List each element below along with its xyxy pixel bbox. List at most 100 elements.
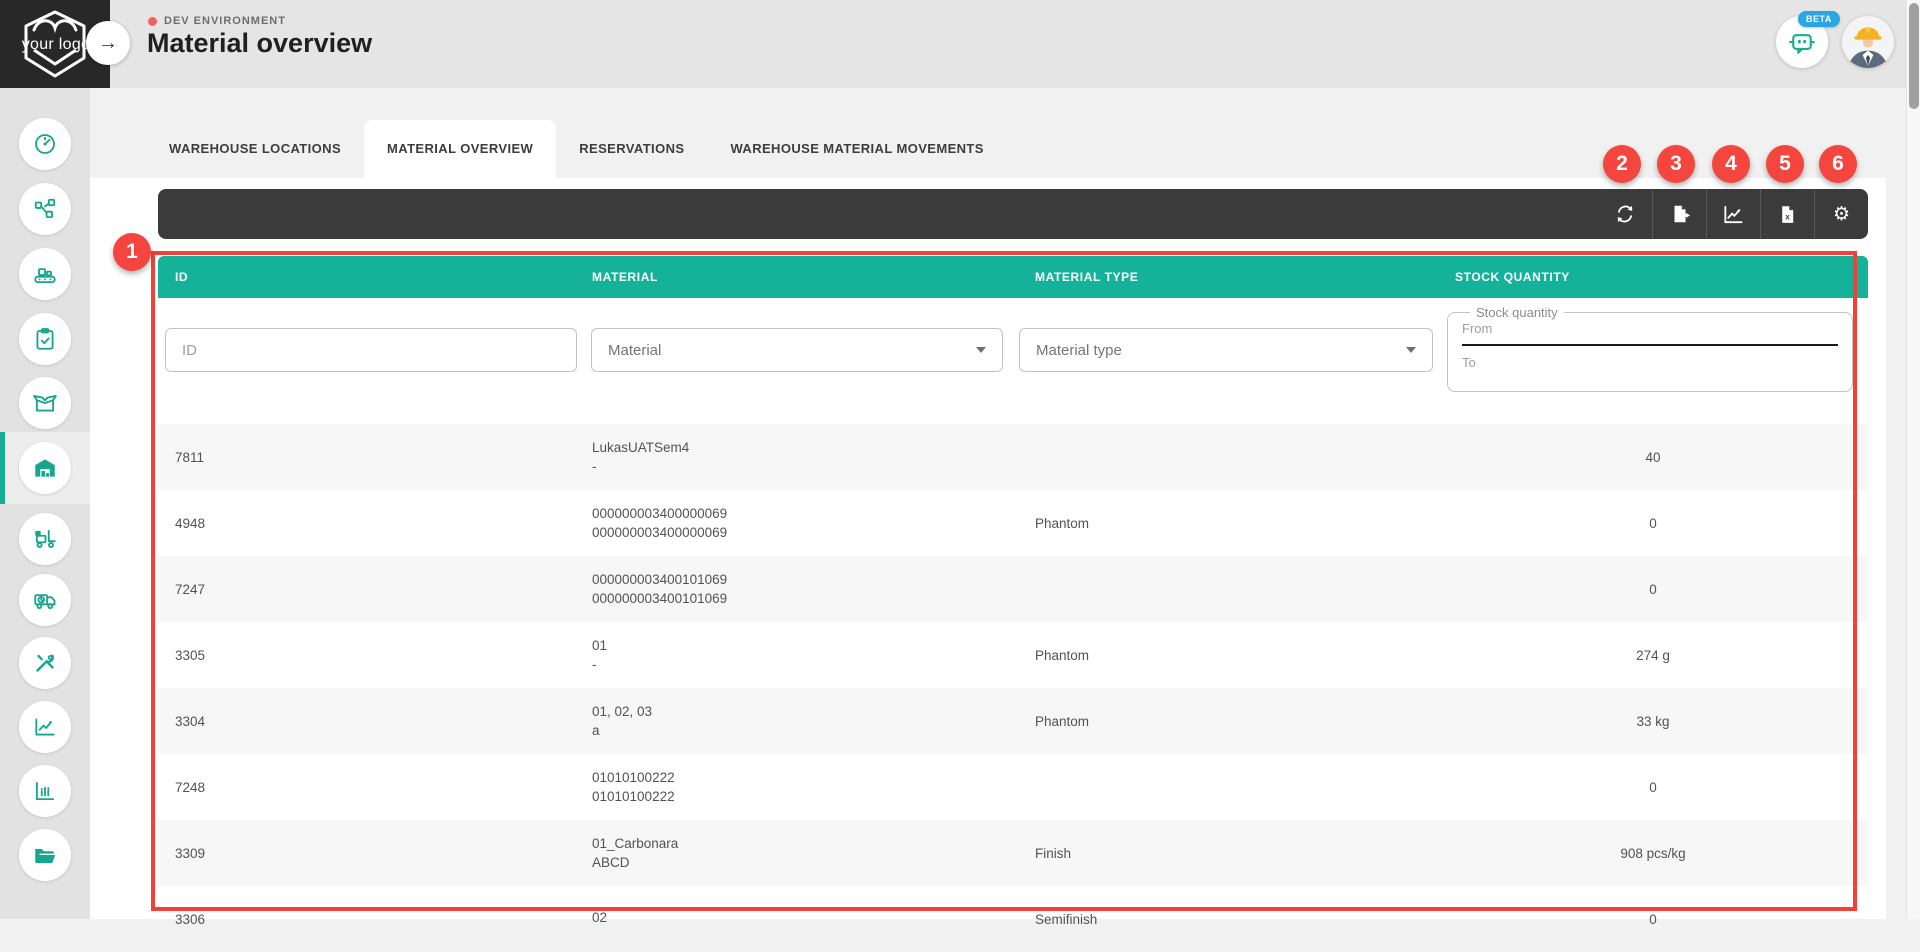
cell-id: 3306 [158,912,575,927]
sidebar-item[interactable] [0,631,90,695]
cell-stock-quantity: 33 kg [1438,714,1868,729]
beta-badge: BETA [1798,11,1840,27]
chevron-down-icon [976,347,986,353]
cell-material-type: Semifinish [1018,912,1438,927]
annotation-number-badge: 1 [113,233,151,271]
table-filter-row: Material Material type Stock quantity Fr… [158,298,1868,420]
cell-stock-quantity: 0 [1438,912,1868,927]
page-title: Material overview [147,28,372,59]
tab[interactable]: WAREHOUSE MATERIAL MOVEMENTS [707,120,1006,178]
chart-icon [1722,203,1745,226]
refresh-icon [1614,203,1636,225]
annotation-number-badge: 4 [1712,145,1750,183]
sidebar-expand-button[interactable]: → [86,21,130,65]
column-header: MATERIAL [575,270,1018,284]
cell-material: 01_Carbonara ABCD [575,836,1018,870]
user-avatar[interactable] [1842,16,1894,68]
table-body: 7811 LukasUATSem4 - 40 4948 000000003400… [158,424,1868,952]
toolbar-button[interactable]: x [1760,189,1814,239]
cell-id: 7247 [158,582,575,597]
env-label: DEV ENVIRONMENT [164,15,286,27]
sidebar-item[interactable] [0,759,90,823]
annotation-number-badge: 2 [1603,145,1641,183]
table-row[interactable]: 4948 000000003400000069 0000000034000000… [158,490,1868,556]
delivery-truck-icon [32,587,58,613]
sidebar-item[interactable] [0,432,90,504]
toolbar-button[interactable] [1706,189,1760,239]
stock-from-input[interactable]: From [1462,321,1838,336]
tab[interactable]: MATERIAL OVERVIEW [364,120,556,178]
material-type-filter-select[interactable]: Material type [1019,328,1433,372]
cell-stock-quantity: 40 [1438,450,1868,465]
env-status-dot-icon [148,17,157,26]
id-filter-input[interactable] [165,328,577,372]
sidebar-item[interactable] [0,823,90,887]
sidebar-item[interactable] [0,507,90,571]
sidebar-item[interactable] [0,371,90,435]
cell-material-type: Finish [1018,846,1438,861]
annotation-number-badge: 3 [1657,145,1695,183]
scrollbar-thumb[interactable] [1909,3,1919,109]
tab[interactable]: RESERVATIONS [556,120,707,178]
cell-id: 3304 [158,714,575,729]
cell-material: 01, 02, 03 a [575,704,1018,738]
tools-icon [32,650,58,676]
table-header-row: IDMATERIALMATERIAL TYPESTOCK QUANTITY [158,256,1868,298]
tabs-bar: WAREHOUSE LOCATIONSMATERIAL OVERVIEWRESE… [146,120,1007,178]
table-row[interactable]: 3306 02 Semifinish 0 [158,886,1868,952]
open-box-icon [32,390,58,416]
arrow-right-icon: → [98,32,118,55]
cell-stock-quantity: 0 [1438,582,1868,597]
cell-material: 01 - [575,638,1018,672]
material-filter-select[interactable]: Material [591,328,1003,372]
cell-stock-quantity: 0 [1438,516,1868,531]
conveyor-icon [32,261,58,287]
cell-stock-quantity: 274 g [1438,648,1868,663]
cell-id: 4948 [158,516,575,531]
stock-quantity-legend: Stock quantity [1470,305,1564,320]
excel-file-icon: x [1777,204,1798,225]
table-row[interactable]: 7248 01010100222 01010100222 0 [158,754,1868,820]
cell-material: 000000003400101069 000000003400101069 [575,572,1018,606]
toolbar-button[interactable] [1652,189,1706,239]
cell-material: LukasUATSem4 - [575,440,1018,474]
cell-id: 7248 [158,780,575,795]
table-row[interactable]: 7247 000000003400101069 0000000034001010… [158,556,1868,622]
table-row[interactable]: 3304 01, 02, 03 a Phantom 33 kg [158,688,1868,754]
clipboard-check-icon [32,326,58,352]
app-header: your logo → DEV ENVIRONMENT Material ove… [0,0,1920,88]
gauge-icon [32,131,58,157]
tab[interactable]: WAREHOUSE LOCATIONS [146,120,364,178]
sidebar-item[interactable] [0,695,90,759]
sidebar-item[interactable] [0,242,90,306]
column-header: MATERIAL TYPE [1018,270,1438,284]
chatbot-icon [1787,27,1817,57]
svg-text:x: x [1785,211,1790,221]
worker-avatar-icon [1842,16,1894,68]
table-row[interactable]: 7811 LukasUATSem4 - 40 [158,424,1868,490]
cell-id: 3309 [158,846,575,861]
page-scrollbar[interactable] [1906,0,1920,919]
sidebar-item[interactable] [0,112,90,176]
sidebar-item[interactable] [0,177,90,241]
table-row[interactable]: 3309 01_Carbonara ABCD Finish 908 pcs/kg [158,820,1868,886]
column-header: ID [158,270,575,284]
export-file-icon [1669,203,1691,225]
cell-stock-quantity: 908 pcs/kg [1438,846,1868,861]
line-chart-icon [32,714,58,740]
toolbar-button[interactable]: ⚙ [1814,189,1868,239]
cell-material: 02 [575,910,1018,929]
cell-stock-quantity: 0 [1438,780,1868,795]
forklift-icon [32,526,58,552]
annotation-number-badge: 6 [1819,145,1857,183]
settings-gear-icon: ⚙ [1833,203,1850,225]
table-toolbar: x ⚙ [158,189,1868,239]
table-row[interactable]: 3305 01 - Phantom 274 g [158,622,1868,688]
stock-to-input[interactable]: To [1462,355,1838,370]
sidebar-item[interactable] [0,568,90,632]
cell-id: 3305 [158,648,575,663]
sidebar-nav [0,88,90,919]
sidebar-item[interactable] [0,307,90,371]
chevron-down-icon [1406,347,1416,353]
toolbar-button[interactable] [1598,189,1652,239]
